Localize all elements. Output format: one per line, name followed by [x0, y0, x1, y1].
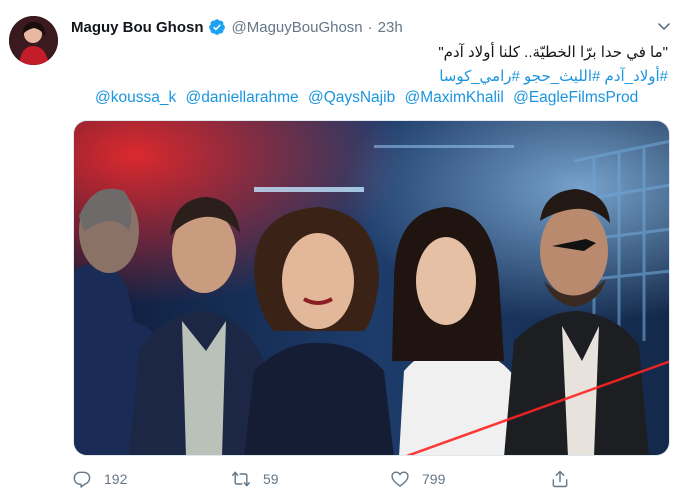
- tweet-text: "ما في حدا برّا الخطيّة.. كلنا أولاد آدم…: [438, 44, 668, 61]
- retweet-icon: [231, 471, 251, 487]
- like-button[interactable]: 799: [390, 469, 445, 489]
- tweet-actions: 192 59 799: [72, 469, 672, 493]
- share-button[interactable]: [550, 469, 582, 489]
- tweet-hashtags[interactable]: #أولاد_آدم #الليث_حجو #رامي_كوسا: [439, 67, 668, 85]
- mention-link[interactable]: @koussa_k: [95, 89, 176, 106]
- timestamp[interactable]: 23h: [378, 19, 403, 36]
- avatar[interactable]: [9, 16, 58, 65]
- mention-link[interactable]: @QaysNajib: [308, 89, 395, 106]
- retweet-count: 59: [263, 471, 279, 487]
- author-handle[interactable]: @MaguyBouGhosn: [232, 19, 363, 36]
- separator-dot: ·: [367, 18, 373, 36]
- mention-link[interactable]: @EagleFilmsProd: [513, 89, 638, 106]
- tweet-mentions: @koussa_k @daniellarahme @QaysNajib @Max…: [95, 89, 643, 107]
- reply-count: 192: [104, 471, 128, 487]
- mention-link[interactable]: @daniellarahme: [186, 89, 299, 106]
- mention-link[interactable]: @MaximKhalil: [405, 89, 504, 106]
- retweet-button[interactable]: 59: [231, 469, 279, 489]
- share-icon: [552, 470, 568, 488]
- like-count: 799: [422, 471, 446, 487]
- like-icon: [391, 471, 409, 487]
- reply-icon: [73, 471, 91, 488]
- author-name[interactable]: Maguy Bou Ghosn: [71, 19, 204, 36]
- tweet-media-image[interactable]: [73, 120, 670, 456]
- verified-badge-icon: [208, 18, 226, 36]
- tweet-card[interactable]: Maguy Bou Ghosn @MaguyBouGhosn · 23h "ما…: [0, 0, 700, 504]
- reply-button[interactable]: 192: [72, 469, 127, 489]
- chevron-down-icon[interactable]: [656, 18, 672, 34]
- tweet-header: Maguy Bou Ghosn @MaguyBouGhosn · 23h: [71, 17, 403, 37]
